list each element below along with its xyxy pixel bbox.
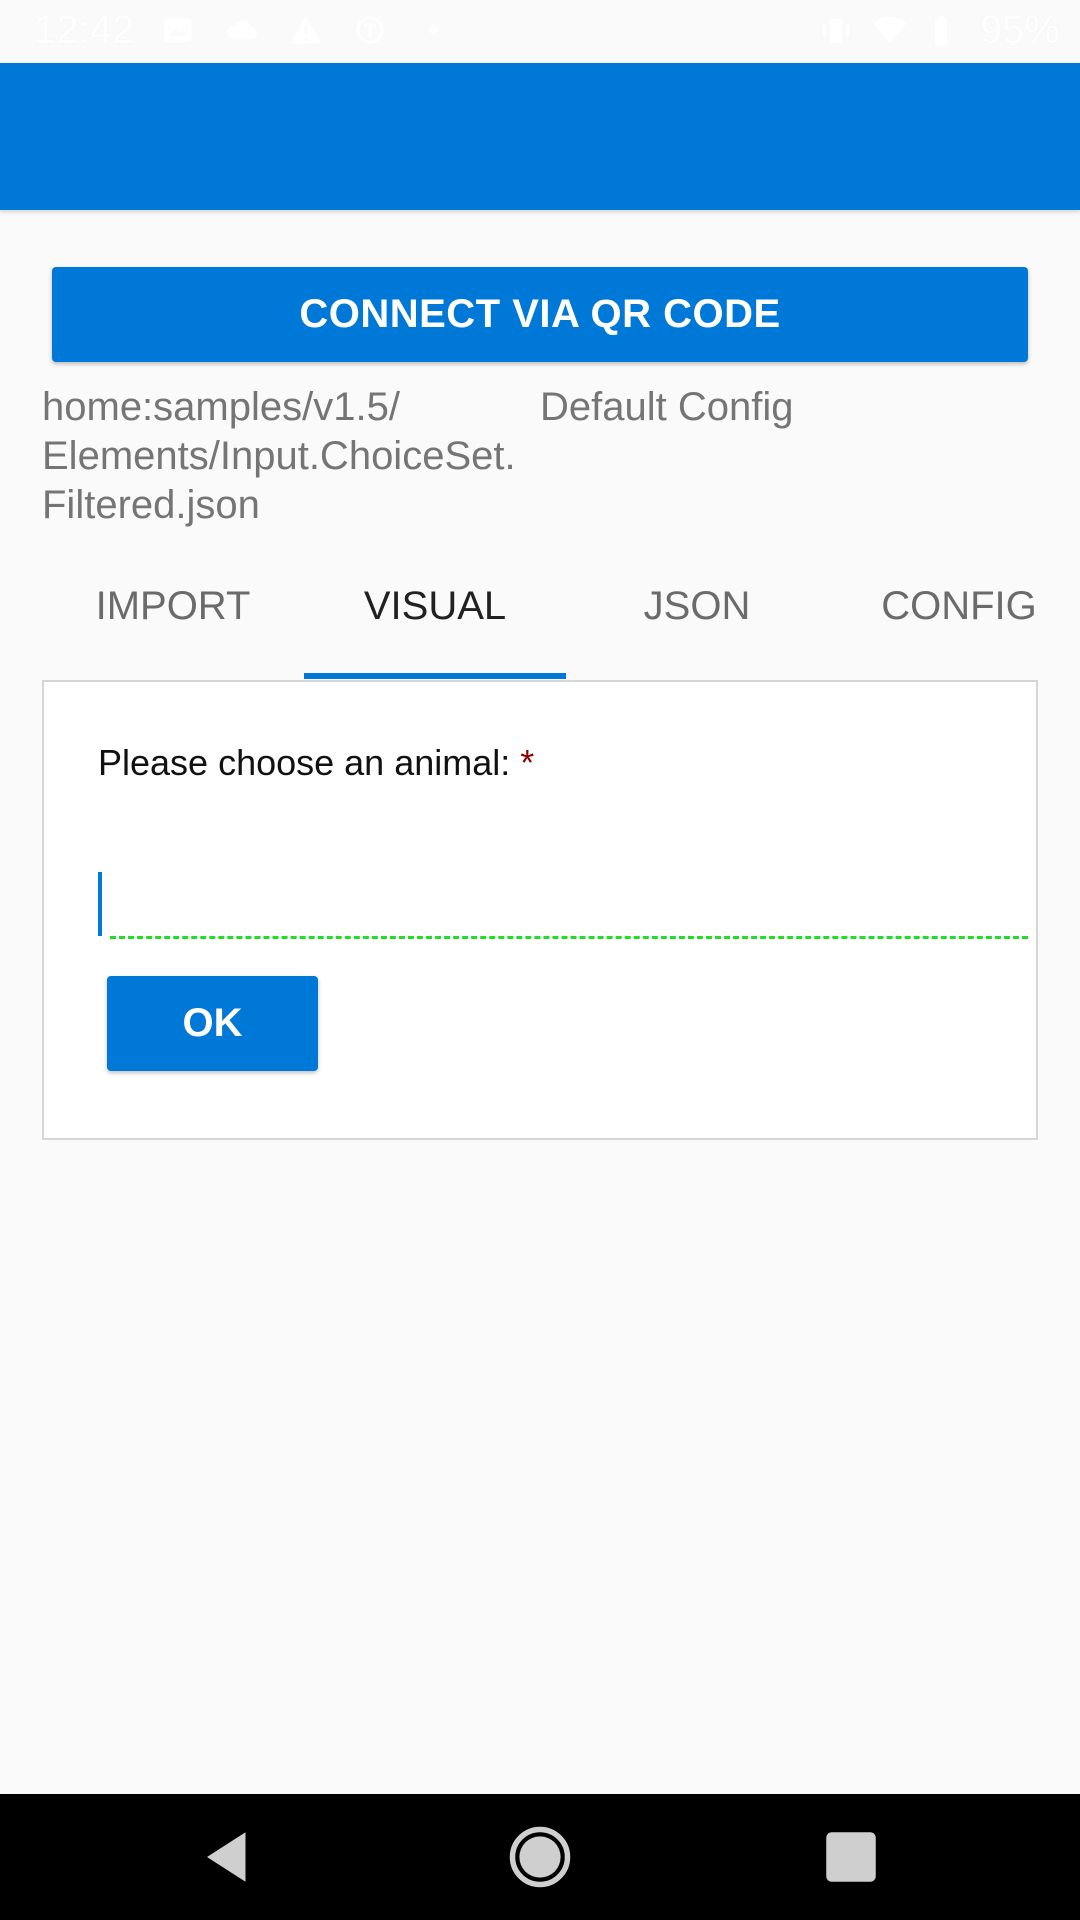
vibrate-icon	[822, 18, 850, 43]
nyt-icon	[356, 16, 384, 44]
battery-icon	[934, 15, 947, 46]
text-cursor	[98, 872, 102, 936]
navigation-bar	[0, 1794, 1080, 1920]
tab-json[interactable]: JSON	[566, 560, 828, 680]
status-system-icons: 95%	[818, 8, 1060, 53]
active-tab-indicator	[304, 673, 566, 679]
image-icon	[164, 18, 192, 42]
required-marker: *	[520, 742, 535, 783]
file-path: home:samples/v1.5/ Elements/Input.Choice…	[42, 385, 516, 527]
tab-bar: IMPORT VISUAL JSON CONFIG	[42, 560, 1038, 680]
tab-import[interactable]: IMPORT	[42, 560, 304, 680]
choice-label: Please choose an animal: *	[98, 742, 534, 784]
adaptive-card: Please choose an animal: * OK	[42, 680, 1038, 1140]
recents-icon[interactable]	[818, 1824, 884, 1890]
choice-label-text: Please choose an animal:	[98, 742, 511, 783]
screen: 12:42 95% CONNECT VIA QR CODE home:sampl…	[0, 0, 1080, 1920]
status-time: 12:42	[34, 8, 135, 52]
config-name[interactable]: Default Config	[540, 383, 793, 432]
input-underline	[110, 936, 1028, 939]
dot-icon	[429, 25, 439, 35]
battery-percent: 95%	[979, 8, 1060, 52]
back-icon[interactable]	[196, 1824, 262, 1890]
home-icon[interactable]	[507, 1824, 573, 1890]
app-bar	[0, 63, 1080, 210]
warning-icon	[291, 16, 321, 44]
ok-button[interactable]: OK	[107, 976, 318, 1071]
wifi-icon	[873, 16, 907, 43]
animal-choice-input[interactable]	[98, 872, 1028, 940]
tab-visual[interactable]: VISUAL	[304, 560, 566, 680]
tab-config[interactable]: CONFIG	[828, 560, 1080, 680]
cloud-icon	[226, 20, 257, 39]
connect-qr-button[interactable]: CONNECT VIA QR CODE	[52, 267, 1028, 362]
status-bar: 12:42 95%	[0, 0, 1080, 63]
status-notification-icons	[160, 12, 452, 48]
